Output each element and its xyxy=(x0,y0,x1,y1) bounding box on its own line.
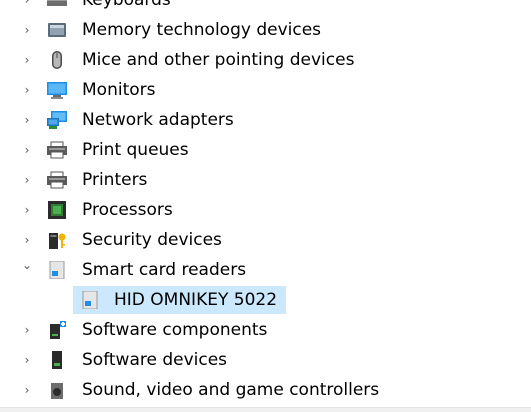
tree-item-label: Printers xyxy=(82,170,148,190)
tree-item-label: Processors xyxy=(82,200,173,220)
network-adapter-icon xyxy=(47,111,67,129)
chevron-right-icon[interactable]: › xyxy=(21,75,33,105)
tree-item-smart-card-readers[interactable]: ⌄ Smart card readers xyxy=(0,255,531,285)
tree-item-printers[interactable]: › Printers xyxy=(0,165,531,195)
tree-item-keyboards[interactable]: › Keyboards xyxy=(0,0,531,15)
chevron-right-icon[interactable]: › xyxy=(21,15,33,45)
tree-item-mice[interactable]: › Mice and other pointing devices xyxy=(0,45,531,75)
device-tree: › Keyboards › Memory technology devices … xyxy=(0,0,531,405)
software-device-icon xyxy=(47,351,67,369)
tree-item-processors[interactable]: › Processors xyxy=(0,195,531,225)
tree-item-label: HID OMNIKEY 5022 xyxy=(114,290,278,310)
printer-icon xyxy=(47,171,67,189)
chevron-right-icon[interactable]: › xyxy=(21,0,33,15)
tree-item-label: Smart card readers xyxy=(82,260,247,280)
tree-item-label: Sound, video and game controllers xyxy=(82,380,380,400)
smart-card-reader-icon xyxy=(47,261,67,279)
tree-item-print-queues[interactable]: › Print queues xyxy=(0,135,531,165)
tree-item-label: Network adapters xyxy=(82,110,234,130)
chevron-right-icon[interactable]: › xyxy=(21,165,33,195)
tree-item-software-components[interactable]: › Software components xyxy=(0,315,531,345)
tree-item-software-devices[interactable]: › Software devices xyxy=(0,345,531,375)
chevron-right-icon[interactable]: › xyxy=(21,375,33,405)
security-device-icon xyxy=(47,231,67,249)
tree-item-label: Keyboards xyxy=(82,0,171,10)
chevron-right-icon[interactable]: › xyxy=(21,135,33,165)
keyboard-icon xyxy=(47,0,67,9)
print-queue-icon xyxy=(47,141,67,159)
memory-device-icon xyxy=(47,21,67,39)
chevron-right-icon[interactable]: › xyxy=(21,45,33,75)
tree-item-hid-omnikey-5022[interactable]: HID OMNIKEY 5022 xyxy=(0,285,531,315)
chevron-right-icon[interactable]: › xyxy=(21,315,33,345)
mouse-icon xyxy=(47,51,67,69)
tree-item-label: Software components xyxy=(82,320,268,340)
scroll-edge xyxy=(0,407,531,412)
tree-item-network-adapters[interactable]: › Network adapters xyxy=(0,105,531,135)
chevron-right-icon[interactable]: › xyxy=(21,105,33,135)
processor-icon xyxy=(47,201,67,219)
tree-item-label: Monitors xyxy=(82,80,156,100)
tree-item-label: Memory technology devices xyxy=(82,20,322,40)
tree-item-label: Print queues xyxy=(82,140,189,160)
sound-controller-icon xyxy=(47,381,67,399)
tree-item-monitors[interactable]: › Monitors xyxy=(0,75,531,105)
tree-item-label: Mice and other pointing devices xyxy=(82,50,355,70)
tree-item-memory-technology-devices[interactable]: › Memory technology devices xyxy=(0,15,531,45)
chevron-right-icon[interactable]: › xyxy=(21,195,33,225)
tree-item-label: Security devices xyxy=(82,230,222,250)
chevron-down-icon[interactable]: ⌄ xyxy=(21,250,33,280)
monitor-icon xyxy=(47,81,67,99)
tree-item-security-devices[interactable]: › Security devices xyxy=(0,225,531,255)
tree-item-sound-video-game-controllers[interactable]: › Sound, video and game controllers xyxy=(0,375,531,405)
tree-item-label: Software devices xyxy=(82,350,228,370)
software-component-icon xyxy=(47,321,67,339)
smart-card-reader-icon xyxy=(80,291,100,309)
chevron-right-icon[interactable]: › xyxy=(21,345,33,375)
